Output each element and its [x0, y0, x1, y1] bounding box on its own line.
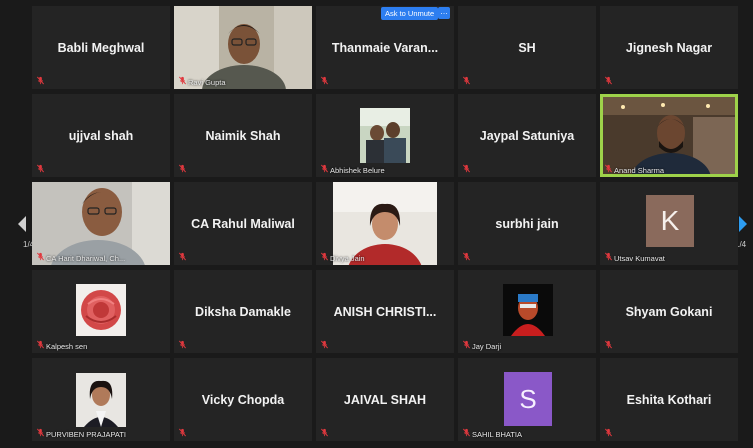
mic-muted-icon	[320, 76, 329, 85]
participant-caption: Jay Darji	[472, 342, 502, 351]
participant-tile[interactable]: Shyam Gokani	[600, 270, 738, 353]
mic-muted-icon	[36, 164, 45, 173]
participant-tile[interactable]: Eshita Kothari	[600, 358, 738, 441]
mic-muted-icon	[604, 428, 613, 437]
mic-muted-icon	[178, 164, 187, 173]
participant-caption: SAHIL BHATIA	[472, 430, 523, 439]
mic-muted-icon	[604, 252, 613, 261]
participant-caption: Utsav Kumavat	[614, 254, 665, 263]
avatar: K	[646, 195, 694, 247]
mic-muted-icon	[462, 76, 471, 85]
participant-tile[interactable]: Jay Darji	[458, 270, 596, 353]
participant-caption: Kalpesh sen	[46, 342, 88, 351]
participant-name: Vicky Chopda	[201, 392, 285, 407]
participant-tile[interactable]: Vicky Chopda	[174, 358, 312, 441]
mic-muted-icon	[604, 164, 613, 173]
participant-photo	[503, 284, 553, 336]
participant-tile[interactable]: Babli Meghwal	[32, 6, 170, 89]
participant-video	[174, 6, 312, 89]
participant-photo	[360, 108, 410, 163]
participant-name: ujjval shah	[68, 128, 134, 143]
participant-name: JAIVAL SHAH	[343, 392, 427, 407]
participant-tile[interactable]: Abhishek Belure	[316, 94, 454, 177]
avatar: S	[504, 372, 552, 426]
participant-tile[interactable]: ujjval shah	[32, 94, 170, 177]
participant-caption: Anand Sharma	[614, 166, 665, 175]
ask-to-unmute-button[interactable]: Ask to Unmute	[381, 7, 439, 20]
participant-tile-active-speaker[interactable]: Anand Sharma	[600, 94, 738, 177]
mic-muted-icon	[320, 340, 329, 349]
participant-tile[interactable]: CA Rahul Maliwal	[174, 182, 312, 265]
participant-name: Eshita Kothari	[626, 392, 712, 407]
participant-caption: Divya Jain	[330, 254, 365, 263]
mic-muted-icon	[36, 340, 45, 349]
participant-name: ANISH CHRISTI...	[333, 304, 437, 319]
mic-muted-icon	[178, 340, 187, 349]
participant-tile[interactable]: SH	[458, 6, 596, 89]
participant-name: Jignesh Nagar	[625, 40, 713, 55]
participant-tile[interactable]: Jaypal Satuniya	[458, 94, 596, 177]
participant-tile[interactable]: Ravi Gupta	[174, 6, 312, 89]
participant-tile[interactable]: Divya Jain	[316, 182, 454, 265]
mic-muted-icon	[178, 76, 187, 85]
participant-tile[interactable]: S SAHIL BHATIA	[458, 358, 596, 441]
participant-tile[interactable]: PURVIBEN PRAJAPATI	[32, 358, 170, 441]
participant-name: surbhi jain	[495, 216, 559, 231]
mic-muted-icon	[178, 252, 187, 261]
participant-photo	[76, 284, 126, 336]
participant-caption: Ravi Gupta	[188, 78, 226, 87]
gallery-grid: Babli Meghwal Ravi Gupta Thanmaie Varan.…	[32, 6, 738, 441]
participant-name: Jaypal Satuniya	[479, 128, 575, 143]
participant-caption: PURVIBEN PRAJAPATI	[46, 430, 127, 439]
participant-caption: Abhishek Belure	[330, 166, 385, 175]
participant-tile[interactable]: CA Harit Dhariwal, Ch...	[32, 182, 170, 265]
more-options-button[interactable]: …	[438, 7, 450, 19]
mic-muted-icon	[462, 164, 471, 173]
mic-muted-icon	[604, 76, 613, 85]
mic-muted-icon	[320, 428, 329, 437]
participant-tile[interactable]: Diksha Damakle	[174, 270, 312, 353]
participant-tile[interactable]: Naimik Shah	[174, 94, 312, 177]
mic-muted-icon	[462, 252, 471, 261]
mic-muted-icon	[36, 252, 45, 261]
participant-photo	[76, 373, 126, 427]
participant-tile[interactable]: Kalpesh sen	[32, 270, 170, 353]
mic-muted-icon	[178, 428, 187, 437]
mic-muted-icon	[604, 340, 613, 349]
participant-name: CA Rahul Maliwal	[191, 216, 295, 231]
mic-muted-icon	[320, 164, 329, 173]
mic-muted-icon	[36, 428, 45, 437]
mic-muted-icon	[36, 76, 45, 85]
participant-tile[interactable]: surbhi jain	[458, 182, 596, 265]
participant-caption: CA Harit Dhariwal, Ch...	[46, 254, 126, 263]
chevron-left-icon	[18, 216, 26, 232]
mic-muted-icon	[462, 340, 471, 349]
participant-name: Naimik Shah	[205, 128, 281, 143]
participant-tile[interactable]: Jignesh Nagar	[600, 6, 738, 89]
participant-video	[32, 182, 170, 265]
mic-muted-icon	[320, 252, 329, 261]
participant-video	[333, 182, 437, 265]
participant-name: Thanmaie Varan...	[331, 40, 439, 55]
participant-name: Diksha Damakle	[195, 304, 291, 319]
participant-name: Shyam Gokani	[625, 304, 713, 319]
participant-tile[interactable]: ANISH CHRISTI...	[316, 270, 454, 353]
participant-tile[interactable]: JAIVAL SHAH	[316, 358, 454, 441]
participant-name: Babli Meghwal	[57, 40, 145, 55]
participant-video	[603, 97, 735, 174]
participant-name: SH	[518, 40, 536, 55]
participant-tile[interactable]: K Utsav Kumavat	[600, 182, 738, 265]
mic-muted-icon	[462, 428, 471, 437]
